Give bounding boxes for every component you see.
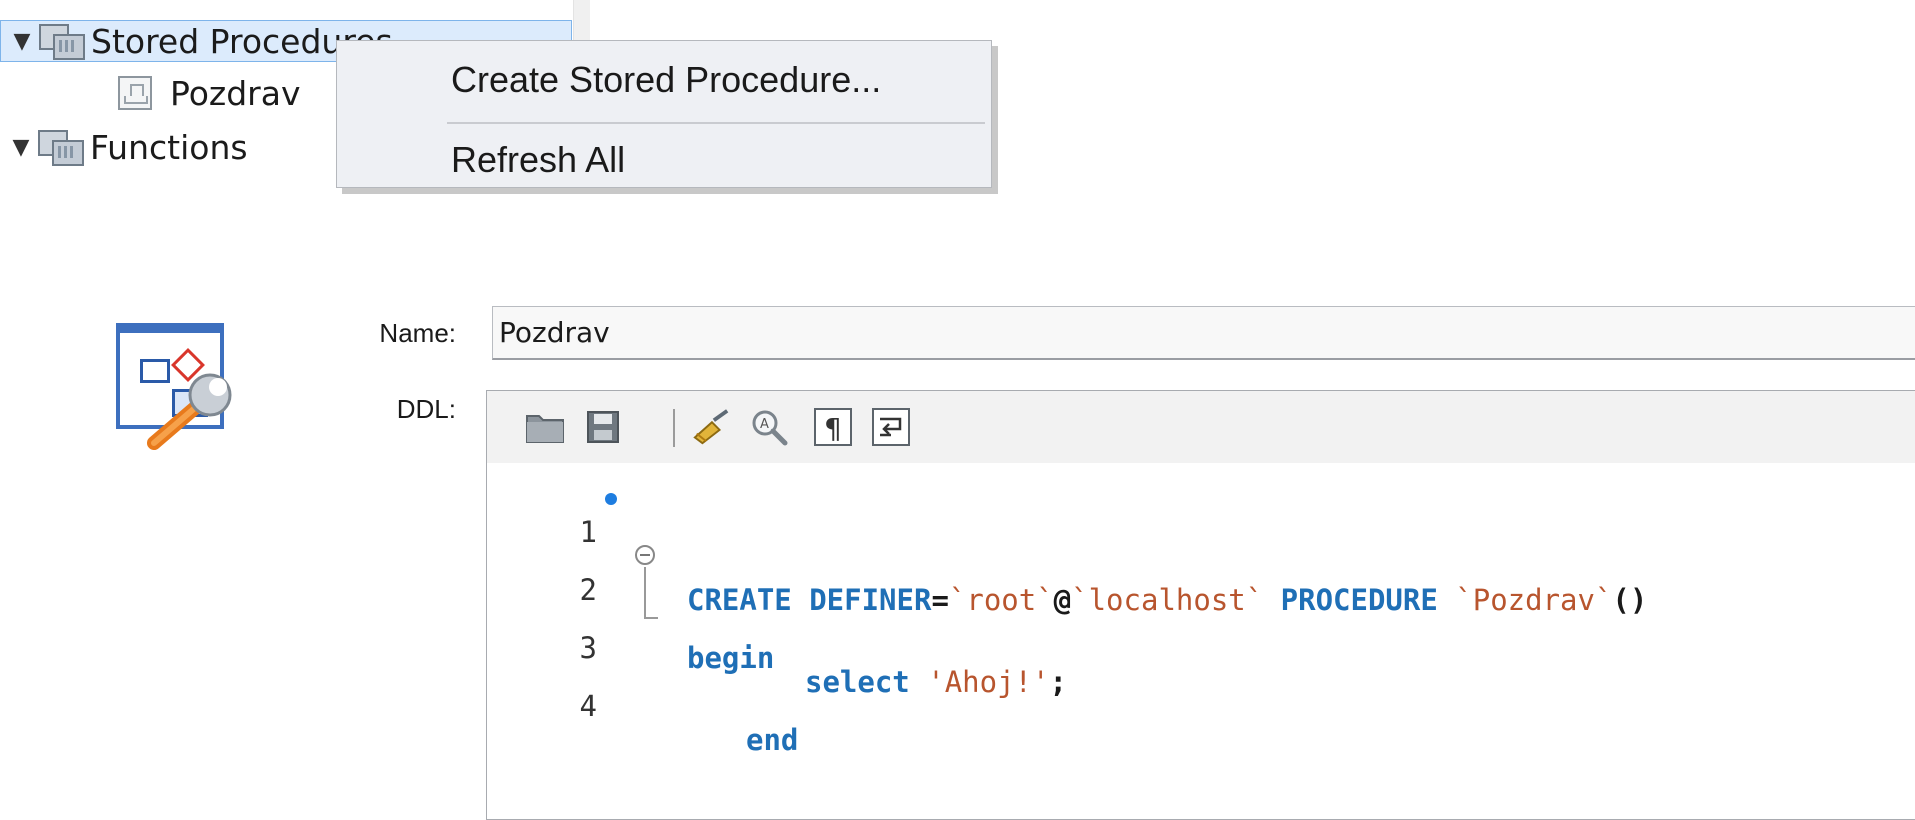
line-number: 4	[579, 689, 597, 723]
tree-node-functions[interactable]: ▼ Functions	[0, 126, 248, 168]
folder-icon	[39, 24, 85, 60]
code-line: 1 CREATE DEFINER=`root`@`localhost` PROC…	[487, 481, 1915, 617]
expand-arrow-icon[interactable]: ▼	[9, 29, 35, 54]
menu-separator	[447, 122, 985, 124]
tree-node-pozdrav[interactable]: Pozdrav	[0, 72, 301, 114]
word-wrap-icon[interactable]	[871, 407, 911, 447]
ddl-editor[interactable]: A ¶ 1 CREATE DEFINER=`root`@`localhost` …	[486, 390, 1915, 820]
save-icon[interactable]	[583, 407, 623, 447]
pilcrow-icon[interactable]: ¶	[813, 407, 853, 447]
menu-item-refresh-all[interactable]: Refresh All	[451, 139, 625, 181]
routine-editor-icon	[116, 323, 246, 451]
context-menu: Create Stored Procedure... Refresh All	[336, 40, 992, 188]
ddl-label: DDL:	[396, 394, 456, 424]
ddl-toolbar: A ¶	[487, 391, 1915, 463]
statement-marker-icon	[605, 493, 617, 505]
folder-icon	[38, 130, 84, 166]
procedure-icon	[118, 76, 152, 110]
code-line: 4 end	[487, 655, 1915, 757]
svg-text:¶: ¶	[824, 412, 842, 445]
code-line: 3 select 'Ahoj!';	[487, 597, 1915, 699]
code-line: 2 begin	[487, 539, 1915, 675]
name-label: Name:	[379, 318, 456, 348]
find-icon[interactable]: A	[749, 407, 789, 447]
code-token: end	[746, 723, 799, 757]
menu-item-create-stored-procedure[interactable]: Create Stored Procedure...	[451, 59, 881, 101]
expand-arrow-icon[interactable]: ▼	[8, 135, 34, 160]
fold-collapse-icon[interactable]	[635, 545, 655, 565]
open-folder-icon[interactable]	[525, 407, 565, 447]
svg-text:A: A	[760, 417, 769, 432]
code-area[interactable]: 1 CREATE DEFINER=`root`@`localhost` PROC…	[487, 463, 1915, 819]
beautify-brush-icon[interactable]	[691, 407, 731, 447]
tree-node-label: Pozdrav	[170, 73, 301, 113]
toolbar-separator	[673, 409, 675, 447]
routine-name-input[interactable]	[492, 306, 1915, 360]
tree-node-label: Functions	[90, 127, 248, 167]
